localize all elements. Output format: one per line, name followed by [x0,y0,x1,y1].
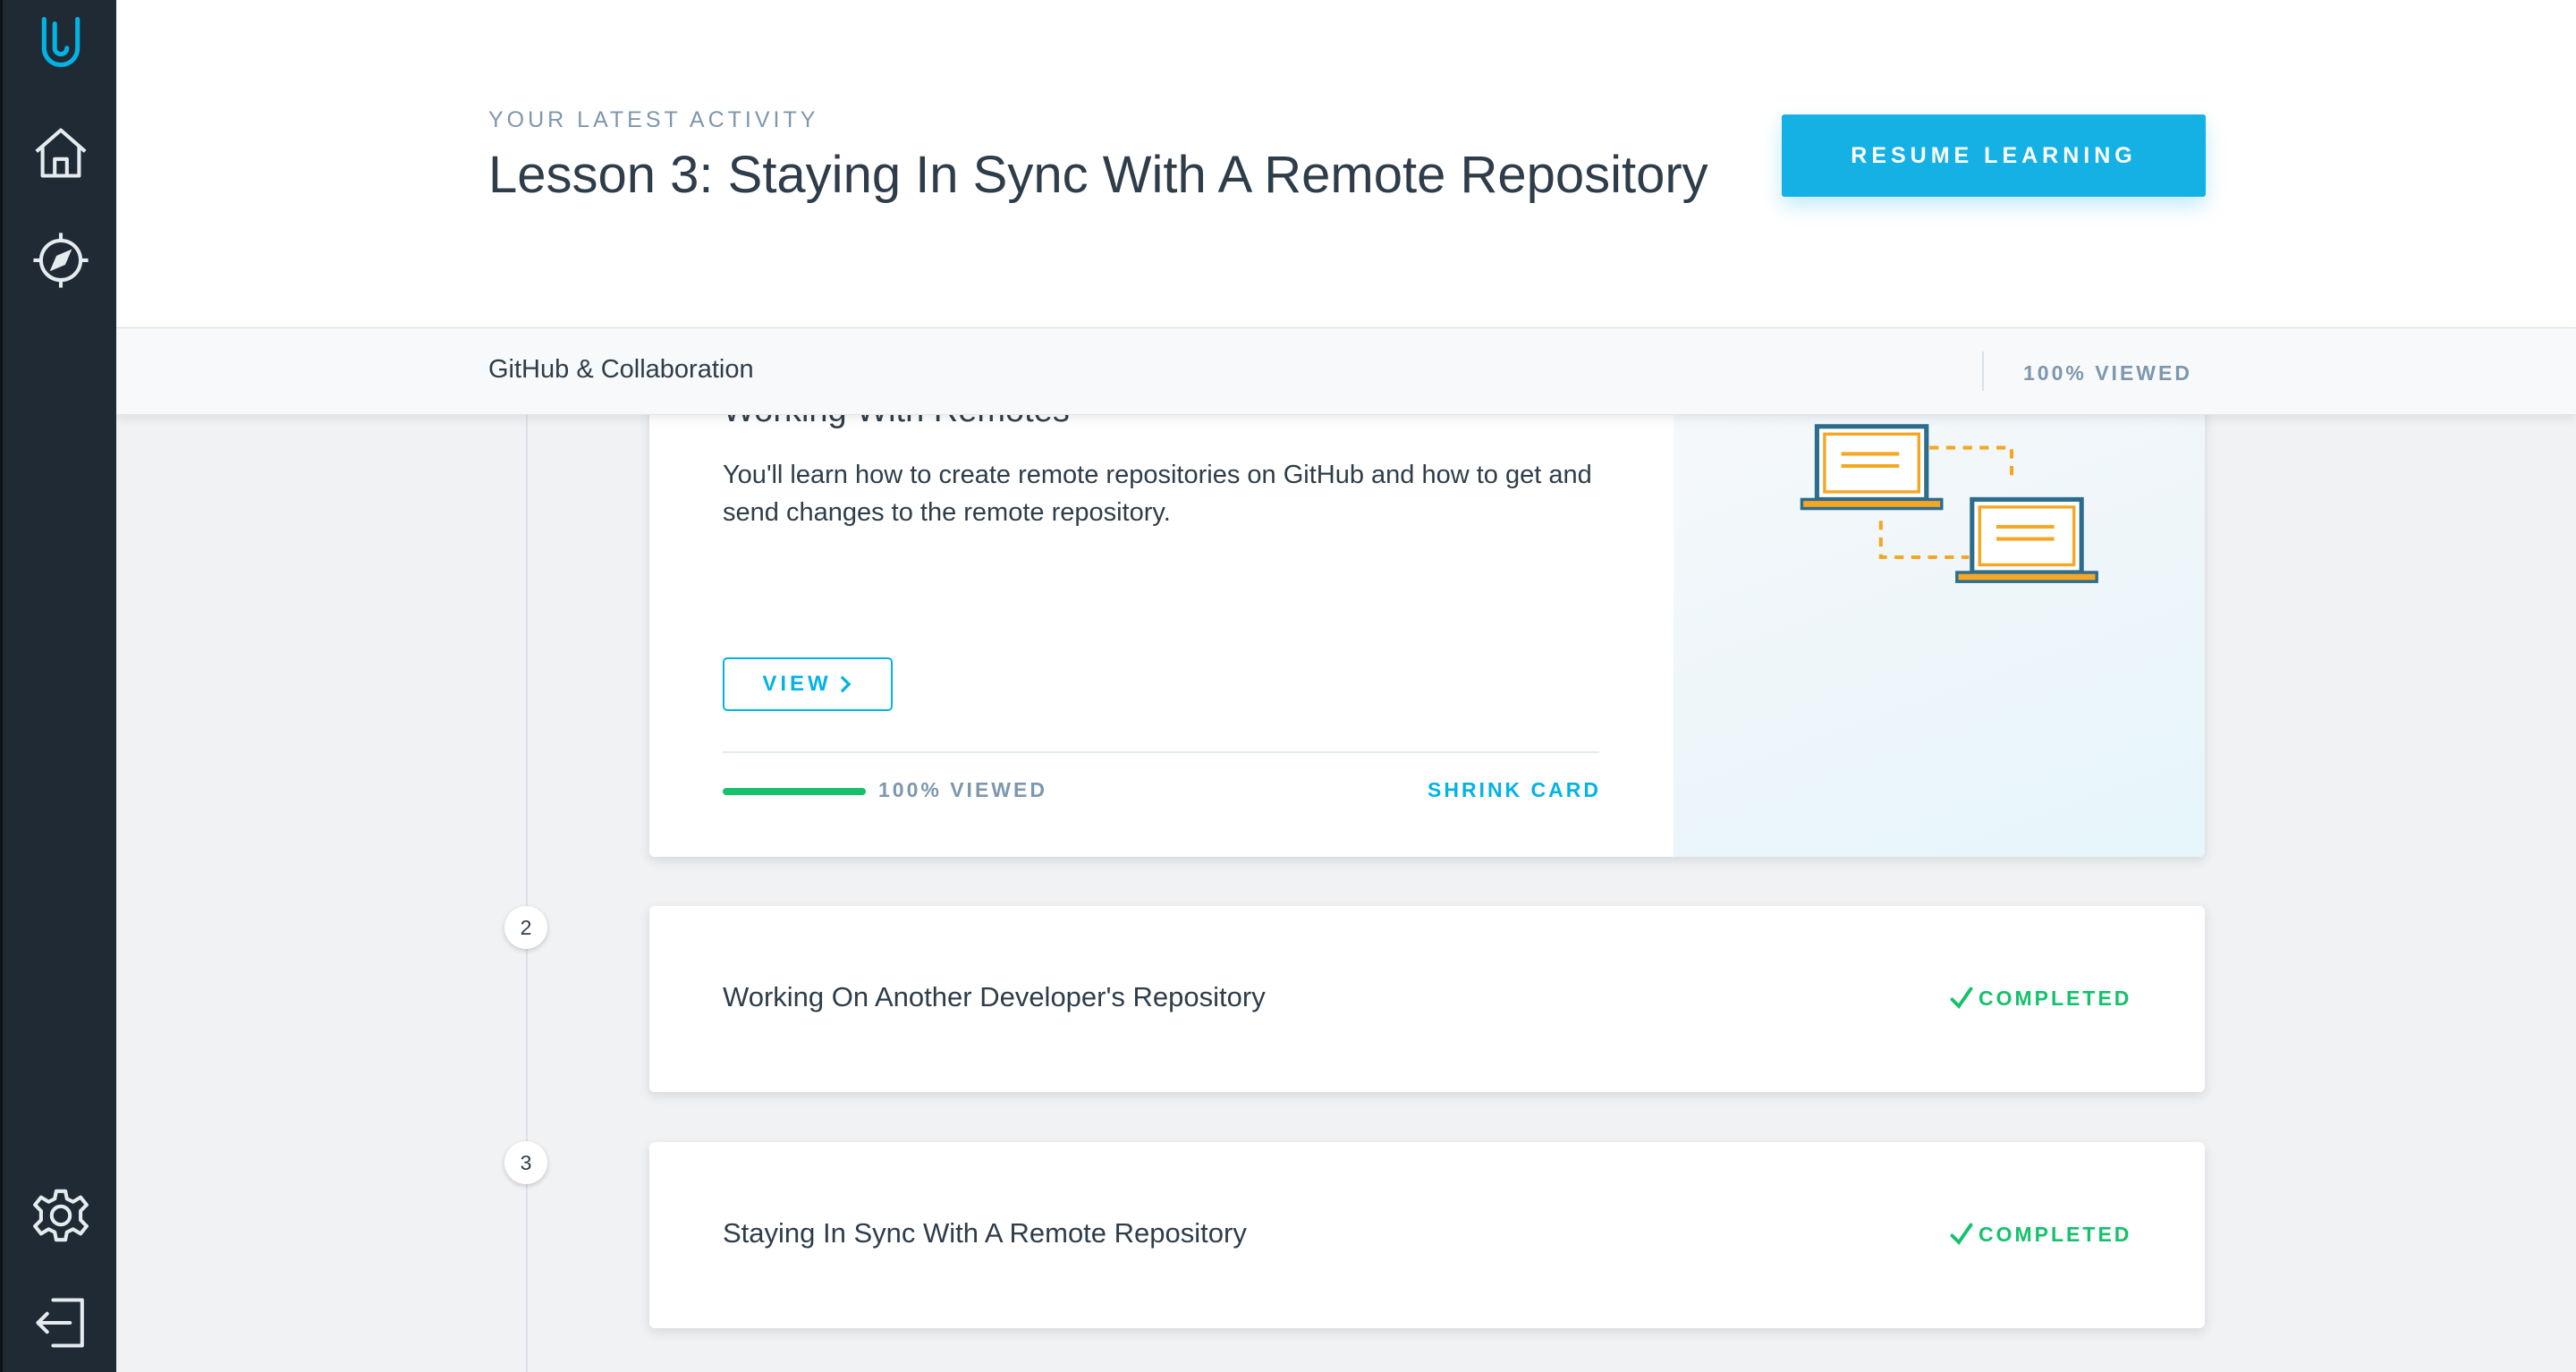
gear-icon[interactable] [22,1177,99,1254]
page-title: Lesson 3: Staying In Sync With A Remote … [488,146,1708,204]
logout-icon[interactable] [22,1284,99,1361]
chevron-right-icon [840,675,852,693]
lesson-card[interactable]: Working On Another Developer's Repositor… [649,906,2205,1092]
completed-status: COMPLETED [1948,1221,2131,1248]
card-divider [723,751,1599,753]
two-laptops-connected-icon [1800,424,2098,583]
course-progress-label: 100% VIEWED [2023,361,2192,385]
course-subheader: GitHub & Collaboration 100% VIEWED [116,328,2576,415]
lesson-number-badge: 2 [504,906,547,949]
lesson-title: Staying In Sync With A Remote Repository [723,1217,1247,1249]
timeline-line [526,413,528,1372]
lesson-progress-fill [723,788,866,795]
completed-label: COMPLETED [1979,1222,2132,1246]
lesson-card-expanded: Working With Remotes You'll learn how to… [649,340,2205,857]
lesson-illustration-panel [1674,340,2205,857]
lesson-card-body: Working With Remotes You'll learn how to… [649,340,1674,857]
completed-status: COMPLETED [1948,985,2131,1012]
main-content: Working With Remotes You'll learn how to… [116,0,2576,1372]
lesson-card-description: You'll learn how to create remote reposi… [723,461,1592,527]
resume-learning-button[interactable]: RESUME LEARNING [1782,114,2206,197]
lesson-number-badge: 3 [504,1141,547,1184]
completed-label: COMPLETED [1979,986,2132,1010]
compass-icon[interactable] [22,222,99,299]
sidebar-nav [0,0,116,1372]
udacity-logo-icon[interactable] [22,4,99,80]
shrink-card-button[interactable]: SHRINK CARD [1428,778,1601,802]
view-button[interactable]: VIEW [723,657,893,711]
lesson-progress-bar [723,788,866,795]
checkmark-icon [1950,987,1973,1010]
view-button-label: VIEW [762,672,832,696]
lesson-card[interactable]: Staying In Sync With A Remote Repository… [649,1142,2205,1328]
checkmark-icon [1950,1223,1973,1246]
lesson-title: Working On Another Developer's Repositor… [723,981,1266,1012]
activity-header: YOUR LATEST ACTIVITY Lesson 3: Staying I… [116,0,2576,328]
home-icon[interactable] [22,114,99,191]
divider [1982,351,1984,391]
lesson-progress-label: 100% VIEWED [878,778,1047,801]
latest-activity-label: YOUR LATEST ACTIVITY [488,107,819,132]
course-name: GitHub & Collaboration [488,355,754,384]
